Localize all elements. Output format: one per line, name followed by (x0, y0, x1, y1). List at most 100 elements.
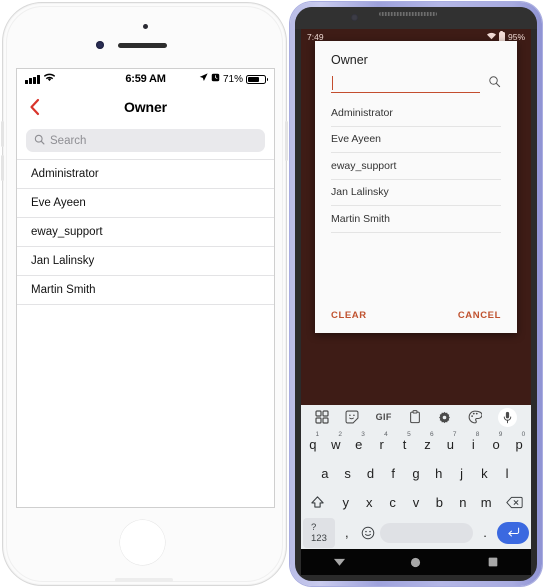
key-n[interactable]: n (453, 489, 473, 516)
android-body: 7:49 95% Owner Administrator Eve Ayeen e… (295, 7, 537, 581)
enter-icon (497, 521, 530, 544)
key-y[interactable]: y (336, 489, 356, 516)
key-d[interactable]: d (361, 460, 381, 487)
ios-search-container: Search (17, 125, 274, 159)
app-background: 7:49 95% Owner Administrator Eve Ayeen e… (301, 29, 531, 575)
key-o[interactable]: 9o (486, 431, 506, 458)
key-j[interactable]: j (452, 460, 472, 487)
key-l[interactable]: l (497, 460, 517, 487)
list-item[interactable]: eway_support (331, 153, 501, 180)
key-label: y (342, 495, 350, 510)
key-u[interactable]: 7u (440, 431, 460, 458)
key-a[interactable]: a (315, 460, 335, 487)
key-q[interactable]: 1q (303, 431, 323, 458)
iphone-front-camera-icon (96, 41, 104, 49)
keyboard-row-4: ?123 , . (301, 517, 531, 548)
dialog-search-row (331, 75, 501, 94)
key-m[interactable]: m (476, 489, 496, 516)
period-key[interactable]: . (476, 519, 494, 546)
iphone-home-button[interactable] (120, 520, 165, 565)
key-label: q (309, 437, 317, 452)
key-number: 8 (475, 431, 480, 438)
iphone-power-button[interactable] (285, 121, 288, 161)
key-number: 0 (521, 431, 526, 438)
list-item[interactable]: Administrator (17, 160, 274, 189)
clipboard-icon[interactable] (408, 410, 422, 424)
key-label: v (412, 495, 420, 510)
key-label: w (331, 437, 341, 452)
key-w[interactable]: 2w (326, 431, 346, 458)
search-icon[interactable] (488, 75, 501, 93)
list-item[interactable]: Jan Lalinsky (331, 180, 501, 206)
palette-icon[interactable] (468, 410, 482, 424)
cancel-button[interactable]: CANCEL (458, 310, 501, 321)
home-circle-icon[interactable] (396, 557, 436, 568)
key-c[interactable]: c (382, 489, 402, 516)
key-label: z (424, 437, 431, 452)
comma-key[interactable]: , (338, 519, 356, 546)
shift-icon[interactable] (303, 489, 333, 516)
key-e[interactable]: 3e (349, 431, 369, 458)
gif-icon[interactable]: GIF (376, 412, 392, 422)
key-v[interactable]: v (406, 489, 426, 516)
apps-grid-icon[interactable] (315, 410, 329, 424)
key-k[interactable]: k (474, 460, 494, 487)
key-x[interactable]: x (359, 489, 379, 516)
key-i[interactable]: 8i (463, 431, 483, 458)
back-button[interactable] (27, 97, 43, 117)
key-label: , (345, 525, 349, 540)
list-item-label: Martin Smith (31, 284, 96, 296)
list-item-label: Administrator (31, 168, 99, 180)
keyboard-down-icon[interactable] (319, 557, 359, 567)
list-item[interactable]: Martin Smith (17, 276, 274, 305)
android-keyboard: GIF 1 q 2 w 3 e 4 r 5 t 6 z 7 u 8 i 9 o … (301, 405, 531, 549)
key-z[interactable]: 6z (418, 431, 438, 458)
list-item[interactable]: Martin Smith (331, 206, 501, 233)
list-item[interactable]: Administrator (331, 100, 501, 127)
iphone-proximity-sensor-icon (143, 24, 148, 29)
gear-icon[interactable] (438, 411, 451, 424)
list-item[interactable]: eway_support (17, 218, 274, 247)
page-title: Owner (123, 99, 168, 115)
backspace-icon[interactable] (499, 489, 529, 516)
key-label: d (366, 466, 375, 481)
sticker-icon[interactable] (345, 410, 359, 424)
enter-key[interactable] (497, 519, 530, 546)
list-item[interactable]: Eve Ayeen (17, 189, 274, 218)
list-item-label: Eve Ayeen (331, 133, 382, 146)
owner-list: Administrator Eve Ayeen eway_support Jan… (315, 100, 517, 310)
key-t[interactable]: 5t (395, 431, 415, 458)
search-input[interactable]: Search (26, 129, 265, 152)
iphone-volume-up-button[interactable] (1, 121, 4, 147)
key-label: j (460, 466, 463, 481)
keyboard-row-1: 1q 2w 3e 4r 5t 6z 7u 8i 9o 0p (301, 431, 531, 458)
key-b[interactable]: b (429, 489, 449, 516)
key-number: 4 (384, 431, 388, 438)
key-label: n (459, 495, 467, 510)
key-s[interactable]: s (338, 460, 358, 487)
clear-button[interactable]: CLEAR (331, 310, 367, 321)
microphone-icon[interactable] (497, 407, 517, 427)
key-label: x (365, 495, 373, 510)
list-item[interactable]: Jan Lalinsky (17, 247, 274, 276)
key-h[interactable]: h (429, 460, 449, 487)
key-g[interactable]: g (406, 460, 426, 487)
list-item[interactable]: Eve Ayeen (331, 127, 501, 153)
key-r[interactable]: 4r (372, 431, 392, 458)
search-input[interactable] (331, 75, 480, 93)
emoji-icon[interactable] (359, 519, 377, 546)
key-label: l (505, 466, 509, 481)
space-key[interactable] (379, 519, 474, 546)
key-label: h (435, 466, 443, 481)
key-label: k (481, 466, 488, 481)
key-p[interactable]: 0p (509, 431, 529, 458)
symbols-key[interactable]: ?123 (303, 517, 335, 548)
key-f[interactable]: f (383, 460, 403, 487)
iphone-volume-down-button[interactable] (1, 155, 4, 181)
recents-square-icon[interactable] (473, 557, 513, 567)
key-number: 3 (361, 431, 365, 438)
key-label: r (379, 437, 384, 452)
battery-icon (246, 74, 268, 84)
android-screen: 7:49 95% Owner Administrator Eve Ayeen e… (301, 29, 531, 575)
list-item-label: eway_support (331, 159, 397, 172)
